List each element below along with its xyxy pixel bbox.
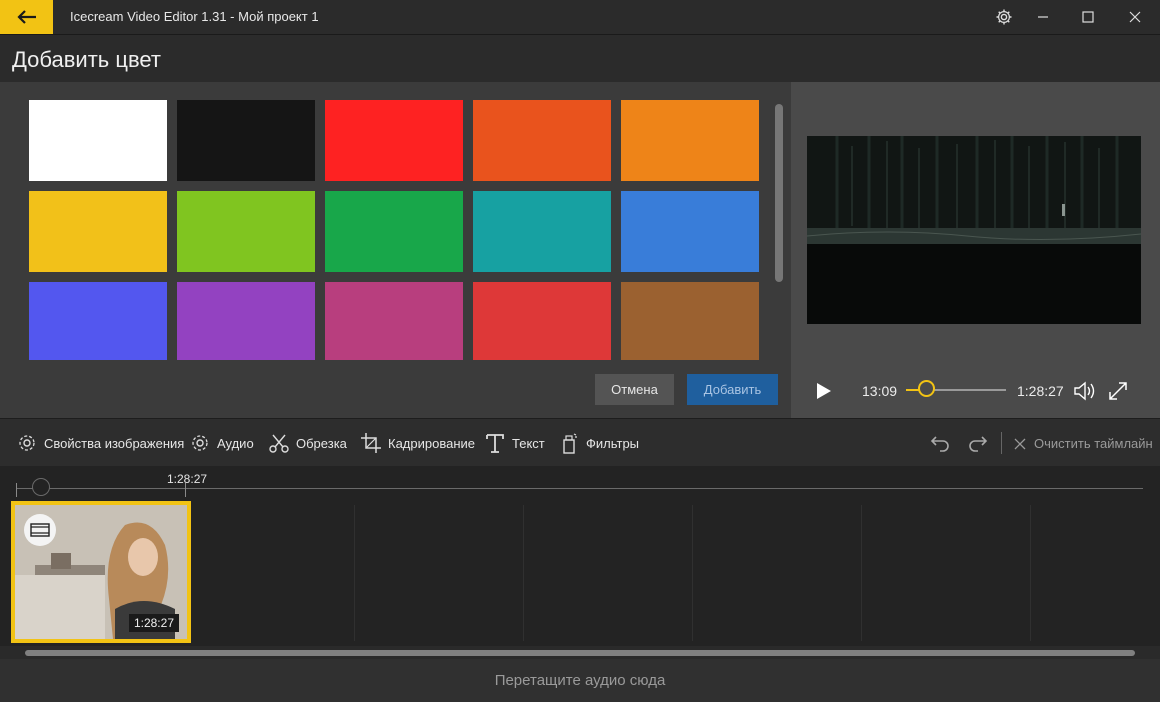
current-time: 13:09 [862,383,898,399]
window-title: Icecream Video Editor 1.31 - Мой проект … [70,9,319,24]
audio-drop-zone[interactable]: Перетащите аудио сюда [0,659,1160,702]
scissors-icon [269,434,289,453]
color-swatch[interactable] [325,100,463,181]
video-frame-image [807,136,1141,324]
image-properties-button[interactable]: Свойства изображения [16,430,184,456]
ruler-time-label: 1:28:27 [167,472,208,486]
color-swatch[interactable] [473,282,611,360]
undo-button[interactable] [928,431,952,455]
filter-bottle-icon [563,433,577,454]
track-gridline [692,505,693,641]
volume-icon [1074,381,1095,401]
color-swatch[interactable] [177,100,315,181]
edit-toolbar: Свойства изображения Аудио Обрезка Кадри… [0,418,1160,467]
filters-label: Фильтры [586,435,640,451]
trim-button[interactable]: Обрезка [268,430,347,456]
clip-type-badge [24,514,56,546]
trim-label: Обрезка [296,435,347,451]
audio-label: Аудио [217,435,254,451]
total-time: 1:28:27 [1017,383,1064,399]
crop-icon [361,433,381,453]
image-properties-label: Свойства изображения [44,435,185,451]
crop-button[interactable]: Кадрирование [360,430,475,456]
color-swatch[interactable] [473,100,611,181]
title-bar: Icecream Video Editor 1.31 - Мой проект … [0,0,1160,35]
text-label: Текст [512,435,545,451]
fullscreen-icon [1109,382,1127,400]
timeline-clip[interactable]: 1:28:27 [11,501,191,643]
track-gridline [861,505,862,641]
ruler-tick [16,483,17,497]
page-header: Добавить цвет [0,35,1160,82]
maximize-icon [1082,11,1094,23]
text-button[interactable]: Текст [484,430,545,456]
settings-button[interactable] [989,4,1019,30]
color-swatch[interactable] [177,191,315,272]
gear-icon [996,9,1012,25]
text-icon [486,434,504,453]
film-icon [30,523,50,537]
timeline-scrollbar[interactable] [25,650,1135,656]
clear-timeline-button[interactable]: Очистить таймлайн [1014,436,1153,451]
color-grid-scrollbar[interactable] [775,104,783,282]
color-swatch[interactable] [325,191,463,272]
seek-thumb[interactable] [918,380,935,397]
track-gridline [354,505,355,641]
color-swatch[interactable] [325,282,463,360]
gear-icon [19,435,35,451]
close-icon [1014,438,1026,449]
color-swatch[interactable] [473,191,611,272]
fullscreen-button[interactable] [1107,380,1129,402]
crop-label: Кадрирование [388,435,476,451]
cancel-button[interactable]: Отмена [595,374,674,405]
close-button[interactable] [1120,4,1150,30]
gear-icon [192,435,208,451]
audio-drop-label: Перетащите аудио сюда [494,672,666,689]
toolbar-divider [1001,432,1002,454]
clear-timeline-label: Очистить таймлайн [1034,436,1153,451]
back-button[interactable] [0,0,53,34]
color-swatch[interactable] [621,282,759,360]
track-gridline [1030,505,1031,641]
color-swatch[interactable] [177,282,315,360]
minimize-button[interactable] [1028,4,1058,30]
arrow-left-icon [16,10,36,24]
color-swatch[interactable] [29,282,167,360]
play-button[interactable] [812,380,834,402]
play-icon [817,383,831,399]
timeline-playhead[interactable] [32,478,50,496]
page-title: Добавить цвет [12,47,161,72]
color-swatch[interactable] [621,191,759,272]
color-swatch[interactable] [29,191,167,272]
color-swatch[interactable] [29,100,167,181]
add-button[interactable]: Добавить [687,374,778,405]
undo-icon [930,436,949,452]
video-preview [807,136,1141,324]
filters-button[interactable]: Фильтры [560,430,639,456]
redo-icon [969,436,988,452]
redo-button[interactable] [966,431,990,455]
maximize-button[interactable] [1073,4,1103,30]
audio-button[interactable]: Аудио [189,430,254,456]
track-gridline [523,505,524,641]
close-icon [1129,11,1141,23]
color-swatch[interactable] [621,100,759,181]
minimize-icon [1038,16,1048,18]
clip-duration: 1:28:27 [128,614,179,632]
volume-button[interactable] [1072,380,1098,402]
